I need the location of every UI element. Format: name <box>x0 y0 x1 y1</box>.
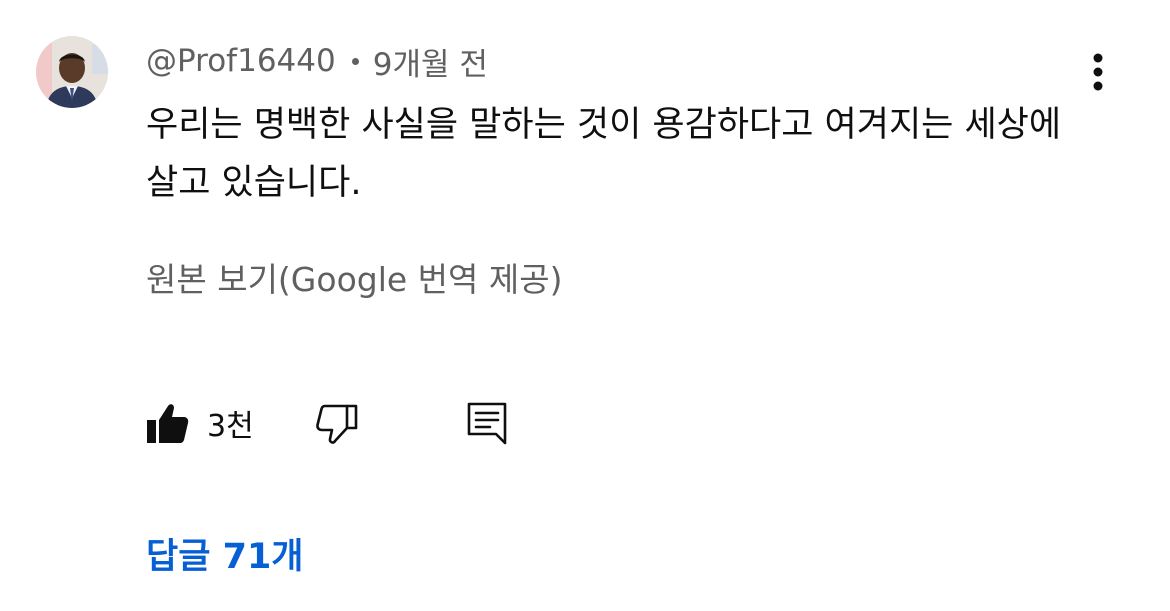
comment-text: 우리는 명백한 사실을 말하는 것이 용감하다고 여겨지는 세상에 살고 있습니… <box>146 105 1062 203</box>
like-button[interactable]: 3천 <box>145 400 254 446</box>
author-name[interactable]: @Prof16440 <box>146 43 336 79</box>
replies-toggle[interactable]: 답글 71개 <box>146 528 304 579</box>
comment-meta: @Prof16440 9개월 전 <box>146 40 488 83</box>
like-count: 3천 <box>207 409 254 444</box>
more-vertical-icon <box>1093 53 1103 91</box>
separator-dot <box>351 57 359 65</box>
see-original-link[interactable]: 원본 보기(Google 번역 제공) <box>146 256 562 304</box>
reply-button[interactable] <box>466 400 508 446</box>
comment-time: 9개월 전 <box>372 46 488 83</box>
thumbs-down-outline-icon <box>316 404 358 444</box>
thumbs-up-filled-icon <box>147 404 189 443</box>
avatar[interactable] <box>36 36 108 108</box>
comment-reply-icon <box>467 402 507 445</box>
more-options-button[interactable] <box>1078 50 1118 94</box>
dislike-button[interactable] <box>314 400 360 446</box>
